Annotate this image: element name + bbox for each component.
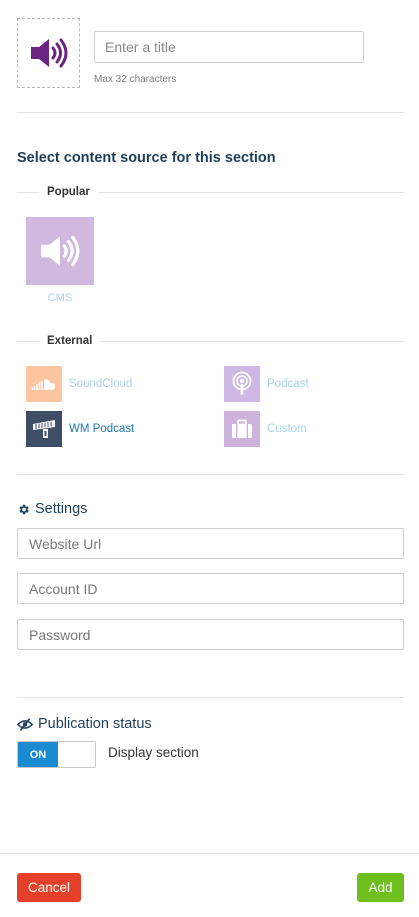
divider xyxy=(17,112,404,113)
display-section-toggle[interactable]: ON xyxy=(17,741,96,768)
source-cms-tile[interactable] xyxy=(26,217,94,285)
podcast-icon xyxy=(224,366,260,402)
speaker-icon xyxy=(41,235,80,267)
password-input[interactable] xyxy=(17,619,404,650)
publication-heading: Publication status xyxy=(17,716,152,732)
toggle-off-area xyxy=(58,742,95,767)
speaker-icon xyxy=(30,38,67,68)
briefcase-icon xyxy=(224,411,260,447)
title-hint: Max 32 characters xyxy=(94,74,177,85)
divider xyxy=(17,697,404,698)
add-section-panel: Max 32 characters Select content source … xyxy=(0,0,419,917)
title-input[interactable] xyxy=(94,31,364,63)
eye-slash-icon xyxy=(17,717,33,731)
source-wm-podcast-label: WM Podcast xyxy=(69,423,135,435)
account-id-input[interactable] xyxy=(17,573,404,604)
source-soundcloud[interactable]: SoundCloud xyxy=(26,366,132,402)
section-icon-picker[interactable] xyxy=(17,18,80,88)
source-podcast-label: Podcast xyxy=(267,378,309,390)
wm-podcast-icon xyxy=(26,411,62,447)
source-custom[interactable]: Custom xyxy=(224,411,307,447)
source-heading: Select content source for this section xyxy=(17,150,276,166)
source-wm-podcast[interactable]: WM Podcast xyxy=(26,411,134,447)
display-section-label: Display section xyxy=(108,745,199,760)
divider xyxy=(17,474,404,475)
add-button[interactable]: Add xyxy=(357,873,404,902)
soundcloud-icon xyxy=(26,366,62,402)
source-podcast[interactable]: Podcast xyxy=(224,366,309,402)
popular-group-label: Popular xyxy=(17,185,404,199)
external-group-label: External xyxy=(17,334,404,348)
source-soundcloud-label: SoundCloud xyxy=(69,378,133,390)
source-custom-label: Custom xyxy=(267,423,307,435)
website-url-input[interactable] xyxy=(17,528,404,559)
cancel-button[interactable]: Cancel xyxy=(17,873,81,902)
toggle-on-label: ON xyxy=(18,742,58,767)
settings-heading: Settings xyxy=(17,501,87,517)
source-cms-label[interactable]: CMS xyxy=(26,292,94,304)
footer-divider xyxy=(0,853,419,854)
gear-icon xyxy=(19,504,29,514)
